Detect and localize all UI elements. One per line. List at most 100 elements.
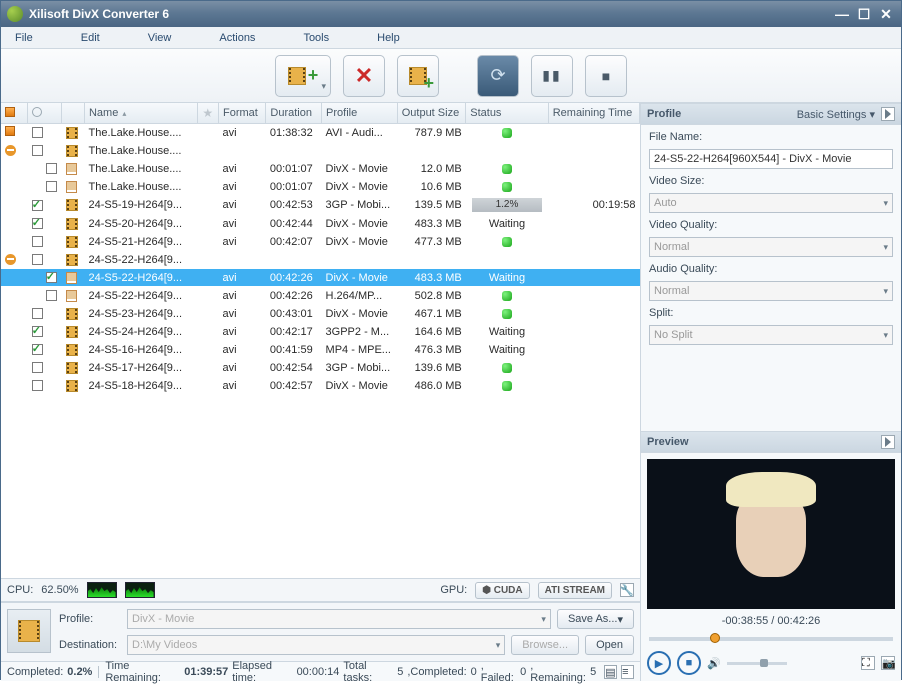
split-label: Split: bbox=[649, 307, 893, 319]
volume-slider[interactable] bbox=[727, 662, 787, 665]
row-checkbox[interactable] bbox=[32, 344, 43, 355]
row-checkbox[interactable] bbox=[46, 163, 57, 174]
videoqual-combo[interactable]: Normal bbox=[649, 237, 893, 257]
preview-expand-button[interactable] bbox=[881, 435, 895, 449]
fullscreen-button[interactable]: ⛶ bbox=[861, 656, 875, 670]
cuda-badge[interactable]: ⬢ CUDA bbox=[475, 582, 529, 599]
maximize-button[interactable]: ☐ bbox=[855, 5, 873, 23]
menu-tools[interactable]: Tools bbox=[303, 32, 329, 44]
open-button[interactable]: Open bbox=[585, 635, 634, 655]
log-button[interactable]: ▤ bbox=[604, 665, 617, 679]
cpu-label: CPU: bbox=[7, 584, 33, 596]
table-row[interactable]: The.Lake.House....avi00:01:07DivX - Movi… bbox=[1, 160, 640, 178]
add-profile-button[interactable]: + bbox=[397, 55, 439, 97]
play-button[interactable]: ▶ bbox=[647, 651, 671, 675]
profile-expand-button[interactable] bbox=[881, 107, 895, 121]
cpu-value: 62.50% bbox=[41, 584, 78, 596]
row-checkbox[interactable] bbox=[32, 236, 43, 247]
videoqual-label: Video Quality: bbox=[649, 219, 893, 231]
col-star[interactable]: ★ bbox=[198, 103, 219, 124]
table-row[interactable]: 24-S5-23-H264[9...avi00:43:01DivX - Movi… bbox=[1, 305, 640, 323]
menu-view[interactable]: View bbox=[148, 32, 172, 44]
table-row[interactable]: 24-S5-21-H264[9...avi00:42:07DivX - Movi… bbox=[1, 233, 640, 251]
status-text: Waiting bbox=[489, 326, 525, 338]
menu-help[interactable]: Help bbox=[377, 32, 400, 44]
row-checkbox[interactable] bbox=[32, 218, 43, 229]
minimize-button[interactable]: — bbox=[833, 5, 851, 23]
destination-combo[interactable]: D:\My Videos bbox=[127, 635, 505, 655]
col-name[interactable]: Name▴ bbox=[84, 103, 197, 124]
row-checkbox[interactable] bbox=[32, 200, 43, 211]
profile-thumb-icon bbox=[7, 609, 51, 653]
audioqual-label: Audio Quality: bbox=[649, 263, 893, 275]
destination-label: Destination: bbox=[59, 639, 121, 651]
split-combo[interactable]: No Split bbox=[649, 325, 893, 345]
pause-button[interactable]: ▮▮ bbox=[531, 55, 573, 97]
list-button[interactable]: ≡ bbox=[621, 665, 634, 679]
row-checkbox[interactable] bbox=[46, 290, 57, 301]
profile-label: Profile: bbox=[59, 613, 121, 625]
convert-button[interactable]: ⟳ bbox=[477, 55, 519, 97]
row-checkbox[interactable] bbox=[32, 326, 43, 337]
table-row[interactable]: 24-S5-22-H264[9...avi00:42:26H.264/MP...… bbox=[1, 287, 640, 305]
table-row[interactable]: 24-S5-17-H264[9...avi00:42:543GP - Mobi.… bbox=[1, 359, 640, 377]
menu-file[interactable]: File bbox=[15, 32, 33, 44]
table-row[interactable]: 24-S5-22-H264[9...avi00:42:26DivX - Movi… bbox=[1, 269, 640, 287]
col-tree[interactable] bbox=[1, 103, 28, 124]
stop-preview-button[interactable]: ■ bbox=[677, 651, 701, 675]
table-row[interactable]: 24-S5-19-H264[9...avi00:42:533GP - Mobi.… bbox=[1, 196, 640, 215]
videosize-combo[interactable]: Auto bbox=[649, 193, 893, 213]
snapshot-button[interactable]: 📷 bbox=[881, 656, 895, 670]
table-row[interactable]: 24-S5-20-H264[9...avi00:42:44DivX - Movi… bbox=[1, 215, 640, 233]
status-text: Waiting bbox=[489, 272, 525, 284]
col-output-size[interactable]: Output Size bbox=[397, 103, 466, 124]
table-row[interactable]: 24-S5-16-H264[9...avi00:41:59MP4 - MPE..… bbox=[1, 341, 640, 359]
volume-icon[interactable]: 🔊 bbox=[707, 657, 721, 670]
preview-panel: -00:38:55 / 00:42:26 ▶ ■ 🔊 ⛶ 📷 bbox=[641, 453, 901, 681]
ati-badge[interactable]: ATI STREAM bbox=[538, 582, 612, 599]
filename-input[interactable]: 24-S5-22-H264[960X544] - DivX - Movie bbox=[649, 149, 893, 169]
table-row[interactable]: 24-S5-24-H264[9...avi00:42:173GPP2 - M..… bbox=[1, 323, 640, 341]
stop-button[interactable]: ■ bbox=[585, 55, 627, 97]
gpu-settings-button[interactable]: 🔧 bbox=[620, 583, 634, 597]
toolbar: + ✕ + ⟳ ▮▮ ■ bbox=[1, 49, 901, 103]
audioqual-combo[interactable]: Normal bbox=[649, 281, 893, 301]
table-row[interactable]: The.Lake.House....avi01:38:32AVI - Audi.… bbox=[1, 124, 640, 142]
row-checkbox[interactable] bbox=[46, 272, 57, 283]
row-checkbox[interactable] bbox=[32, 145, 43, 156]
col-check[interactable] bbox=[28, 103, 62, 124]
table-row[interactable]: 24-S5-22-H264[9... bbox=[1, 251, 640, 269]
col-status[interactable]: Status bbox=[466, 103, 548, 124]
row-checkbox[interactable] bbox=[32, 380, 43, 391]
col-profile[interactable]: Profile bbox=[322, 103, 398, 124]
remove-button[interactable]: ✕ bbox=[343, 55, 385, 97]
table-row[interactable]: 24-S5-18-H264[9...avi00:42:57DivX - Movi… bbox=[1, 377, 640, 395]
status-text: Waiting bbox=[489, 344, 525, 356]
table-row[interactable]: The.Lake.House.... bbox=[1, 142, 640, 160]
col-remaining[interactable]: Remaining Time bbox=[548, 103, 639, 124]
row-checkbox[interactable] bbox=[32, 127, 43, 138]
menu-edit[interactable]: Edit bbox=[81, 32, 100, 44]
col-icon[interactable] bbox=[62, 103, 85, 124]
preview-time: -00:38:55 / 00:42:26 bbox=[647, 615, 895, 627]
profile-combo[interactable]: DivX - Movie bbox=[127, 609, 551, 629]
row-checkbox[interactable] bbox=[46, 181, 57, 192]
row-checkbox[interactable] bbox=[32, 362, 43, 373]
cpu-graph-icon bbox=[87, 582, 117, 598]
row-checkbox[interactable] bbox=[32, 308, 43, 319]
seek-slider[interactable] bbox=[649, 637, 893, 641]
save-as-button[interactable]: Save As... ▾ bbox=[557, 609, 634, 629]
col-duration[interactable]: Duration bbox=[266, 103, 322, 124]
row-checkbox[interactable] bbox=[32, 254, 43, 265]
status-ready-icon bbox=[502, 128, 512, 138]
cpu-graph-icon bbox=[125, 582, 155, 598]
status-text: Waiting bbox=[489, 218, 525, 230]
menu-actions[interactable]: Actions bbox=[219, 32, 255, 44]
add-file-button[interactable]: + bbox=[275, 55, 331, 97]
basic-settings-link[interactable]: Basic Settings ▾ bbox=[797, 108, 875, 121]
table-row[interactable]: The.Lake.House....avi00:01:07DivX - Movi… bbox=[1, 178, 640, 196]
status-ready-icon bbox=[502, 237, 512, 247]
col-format[interactable]: Format bbox=[218, 103, 265, 124]
browse-button[interactable]: Browse... bbox=[511, 635, 579, 655]
close-button[interactable]: ✕ bbox=[877, 5, 895, 23]
